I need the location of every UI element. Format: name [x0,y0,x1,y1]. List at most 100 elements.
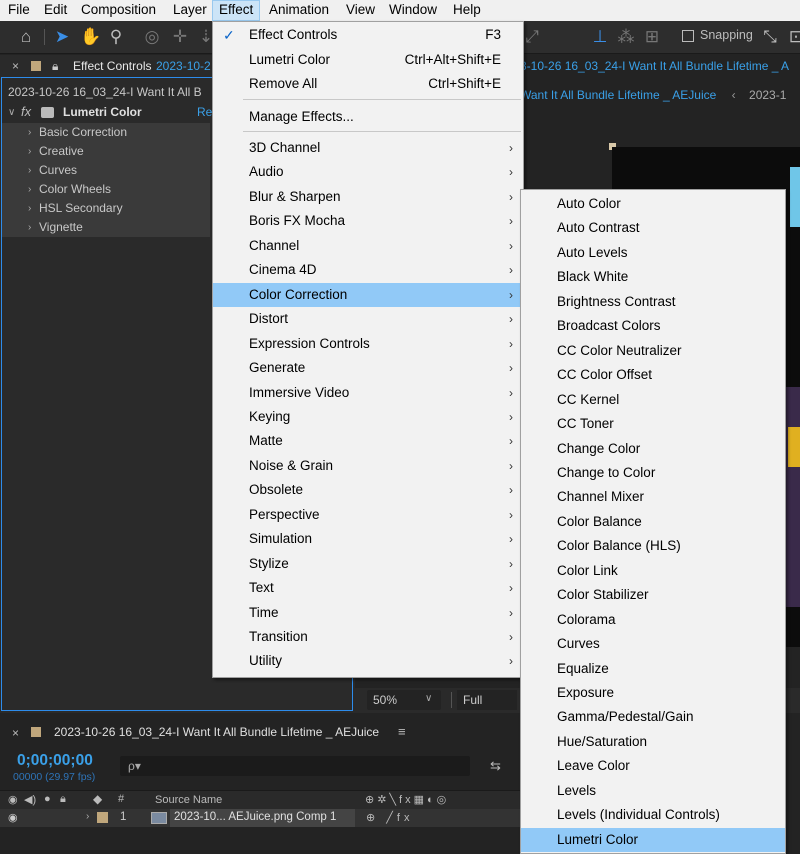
section-hsl-secondary[interactable]: › HSL Secondary [2,199,210,218]
home-icon[interactable]: ⌂ [16,27,36,47]
section-color-wheels[interactable]: › Color Wheels [2,180,210,199]
lock-icon[interactable]: 🔒︎ [60,793,66,806]
fx-icon[interactable]: fx [21,104,31,119]
menu-item-category[interactable]: Distort › [213,307,523,331]
menu-file[interactable]: File [2,0,36,21]
switches-icons[interactable]: ⊕✲╲fx▦◐◎ [365,793,449,806]
panel-expand-icon[interactable]: ⊡ [786,27,800,47]
menu-item-category[interactable]: Immersive Video › [213,381,523,405]
menu-item-category[interactable]: Noise & Grain › [213,454,523,478]
menu-edit[interactable]: Edit [38,0,73,21]
submenu-item-effect[interactable]: CC Color Neutralizer [521,339,785,363]
breadcrumb-next[interactable]: 2023-1 [749,88,786,102]
menu-composition[interactable]: Composition [75,0,162,21]
menu-effect[interactable]: Effect [212,0,261,21]
submenu-item-effect[interactable]: Color Balance (HLS) [521,534,785,558]
submenu-item-effect[interactable]: Lumetri Color [521,827,785,852]
menu-item-category[interactable]: Audio › [213,160,523,184]
menu-item-category[interactable]: Perspective › [213,503,523,527]
menu-view[interactable]: View [340,0,381,21]
menu-item-category[interactable]: Utility › [213,649,523,673]
menu-item-category[interactable]: Text › [213,576,523,600]
menu-item-category[interactable]: Time › [213,601,523,625]
menu-item-category[interactable]: Expression Controls › [213,332,523,356]
audio-icon[interactable]: ◀) [24,793,36,806]
3d-view-icon[interactable]: ⁂ [616,27,636,47]
visibility-icon[interactable]: ◉ [8,811,18,824]
source-name-header[interactable]: Source Name [155,794,222,806]
3d-axis-icon[interactable]: ⊥ [590,27,610,47]
section-creative[interactable]: › Creative [2,142,210,161]
submenu-item-effect[interactable]: Equalize [521,657,785,681]
menu-item-category[interactable]: Blur & Sharpen › [213,185,523,209]
menu-window[interactable]: Window [383,0,443,21]
submenu-item-effect[interactable]: Colorama [521,608,785,632]
timeline-search-input[interactable]: ρ▾ [120,756,470,776]
submenu-item-effect[interactable]: Leave Color [521,754,785,778]
submenu-item-effect[interactable]: Color Link [521,559,785,583]
submenu-item-effect[interactable]: Brightness Contrast [521,290,785,314]
zoom-tool-icon[interactable]: ⚲ [106,27,126,47]
submenu-item-effect[interactable]: Hue/Saturation [521,730,785,754]
submenu-item-effect[interactable]: Gamma/Pedestal/Gain [521,705,785,729]
reset-link[interactable]: Re [197,105,212,119]
submenu-item-effect[interactable]: Auto Levels [521,241,785,265]
submenu-item-effect[interactable]: Color Stabilizer [521,583,785,607]
section-curves[interactable]: › Curves [2,161,210,180]
submenu-item-effect[interactable]: Color Balance [521,510,785,534]
timecode[interactable]: 0;00;00;00 [17,752,93,770]
snap-icon[interactable]: ⤡ [760,27,780,47]
menu-help[interactable]: Help [447,0,487,21]
menu-item-category[interactable]: 3D Channel › [213,136,523,160]
menu-item-manage-effects[interactable]: Manage Effects... [213,105,523,129]
brush-tool-icon[interactable]: ⤢ [522,27,542,47]
graph-toggle-icon[interactable]: ⇆ [490,758,501,774]
zoom-dropdown[interactable]: 50% ∨ [367,690,441,710]
submenu-item-effect[interactable]: Auto Contrast [521,216,785,240]
effect-controls-tab-comp[interactable]: 2023-10-2 [156,55,211,77]
composition-breadcrumb[interactable]: Want It All Bundle Lifetime _ AEJuice ‹ … [520,85,800,105]
visibility-icon[interactable]: ◉ [8,793,18,806]
menu-item-category[interactable]: Obsolete › [213,478,523,502]
chevron-down-icon[interactable]: ∨ [8,107,15,118]
menu-item-remove-all[interactable]: Remove All Ctrl+Shift+E [213,72,523,96]
3d-world-icon[interactable]: ⊞ [642,27,662,47]
submenu-item-effect[interactable]: Change Color [521,437,785,461]
menu-item-category[interactable]: Boris FX Mocha › [213,209,523,233]
menu-layer[interactable]: Layer [167,0,213,21]
submenu-item-effect[interactable]: Change to Color [521,461,785,485]
section-basic-correction[interactable]: › Basic Correction [2,123,210,142]
submenu-item-effect[interactable]: Auto Color [521,192,785,216]
panel-menu-icon[interactable]: ≡ [398,724,406,739]
menu-item-category[interactable]: Simulation › [213,527,523,551]
hand-tool-icon[interactable]: ✋ [80,27,101,47]
submenu-item-effect[interactable]: CC Toner [521,412,785,436]
submenu-item-effect[interactable]: Exposure [521,681,785,705]
layer-name-cell[interactable]: 2023-10... AEJuice.png Comp 1 [170,809,355,827]
timeline-title[interactable]: 2023-10-26 16_03_24-I Want It All Bundle… [54,725,379,739]
menu-item-category[interactable]: Generate › [213,356,523,380]
close-icon[interactable]: × [12,55,19,77]
menu-item-lumetri-color[interactable]: Lumetri Color Ctrl+Alt+Shift+E [213,48,523,72]
section-vignette[interactable]: › Vignette [2,218,210,237]
label-icon[interactable]: ◆ [93,792,102,806]
menu-item-category[interactable]: Stylize › [213,552,523,576]
layer-row[interactable]: ◉ › 1 2023-10... AEJuice.png Comp 1 ⊕ ╱f… [0,809,520,827]
layer-color-swatch[interactable] [97,812,108,823]
menu-item-category[interactable]: Transition › [213,625,523,649]
menu-item-category[interactable]: Matte › [213,429,523,453]
submenu-item-effect[interactable]: CC Color Offset [521,363,785,387]
submenu-item-effect[interactable]: Black White [521,265,785,289]
menu-animation[interactable]: Animation [263,0,335,21]
submenu-item-effect[interactable]: Levels [521,779,785,803]
composition-tab[interactable]: 3-10-26 16_03_24-I Want It All Bundle Li… [520,55,800,77]
layer-switches[interactable]: ⊕ ╱fx [366,811,413,824]
lock-icon[interactable]: 🔒︎ [52,55,58,77]
menu-item-category[interactable]: Cinema 4D › [213,258,523,282]
pan-tool-icon[interactable]: ✛ [170,27,190,47]
menu-item-category[interactable]: Channel › [213,234,523,258]
snapping-checkbox[interactable] [682,30,694,42]
menu-item-category[interactable]: Keying › [213,405,523,429]
submenu-item-effect[interactable]: Channel Mixer [521,485,785,509]
selection-tool-icon[interactable]: ➤ [52,27,72,47]
